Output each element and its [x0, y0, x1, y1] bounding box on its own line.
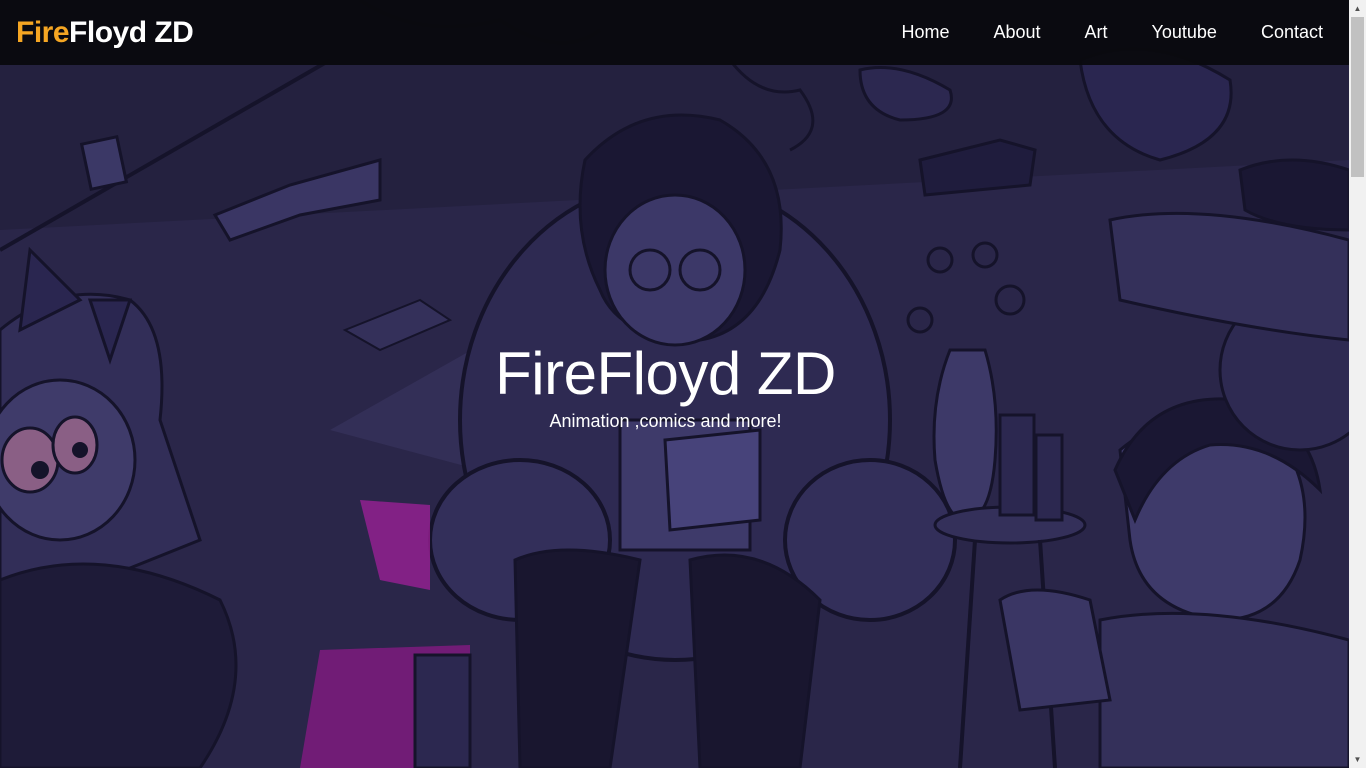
brand-fire-text: Fire [16, 16, 70, 49]
scroll-up-icon[interactable]: ▲ [1349, 0, 1366, 17]
page: FireFloyd ZD Home About Art Youtube Cont… [0, 0, 1349, 768]
vertical-scrollbar[interactable]: ▲ ▼ [1349, 0, 1366, 768]
hero-text: FireFloyd ZD Animation ,comics and more! [0, 338, 1331, 432]
nav-links: Home About Art Youtube Contact [901, 0, 1323, 65]
navbar: FireFloyd ZD Home About Art Youtube Cont… [0, 0, 1349, 65]
brand-rest-text: Floyd ZD [69, 16, 194, 49]
nav-link-art[interactable]: Art [1085, 22, 1108, 43]
nav-link-contact[interactable]: Contact [1261, 22, 1323, 43]
scrollbar-thumb[interactable] [1351, 17, 1364, 177]
nav-link-youtube[interactable]: Youtube [1152, 22, 1217, 43]
hero-subtitle: Animation ,comics and more! [549, 411, 782, 431]
nav-link-about[interactable]: About [993, 22, 1040, 43]
scroll-down-icon[interactable]: ▼ [1349, 751, 1366, 768]
hero-title: FireFloyd ZD [495, 340, 836, 407]
nav-link-home[interactable]: Home [901, 22, 949, 43]
brand-logo[interactable]: FireFloyd ZD [16, 14, 194, 52]
